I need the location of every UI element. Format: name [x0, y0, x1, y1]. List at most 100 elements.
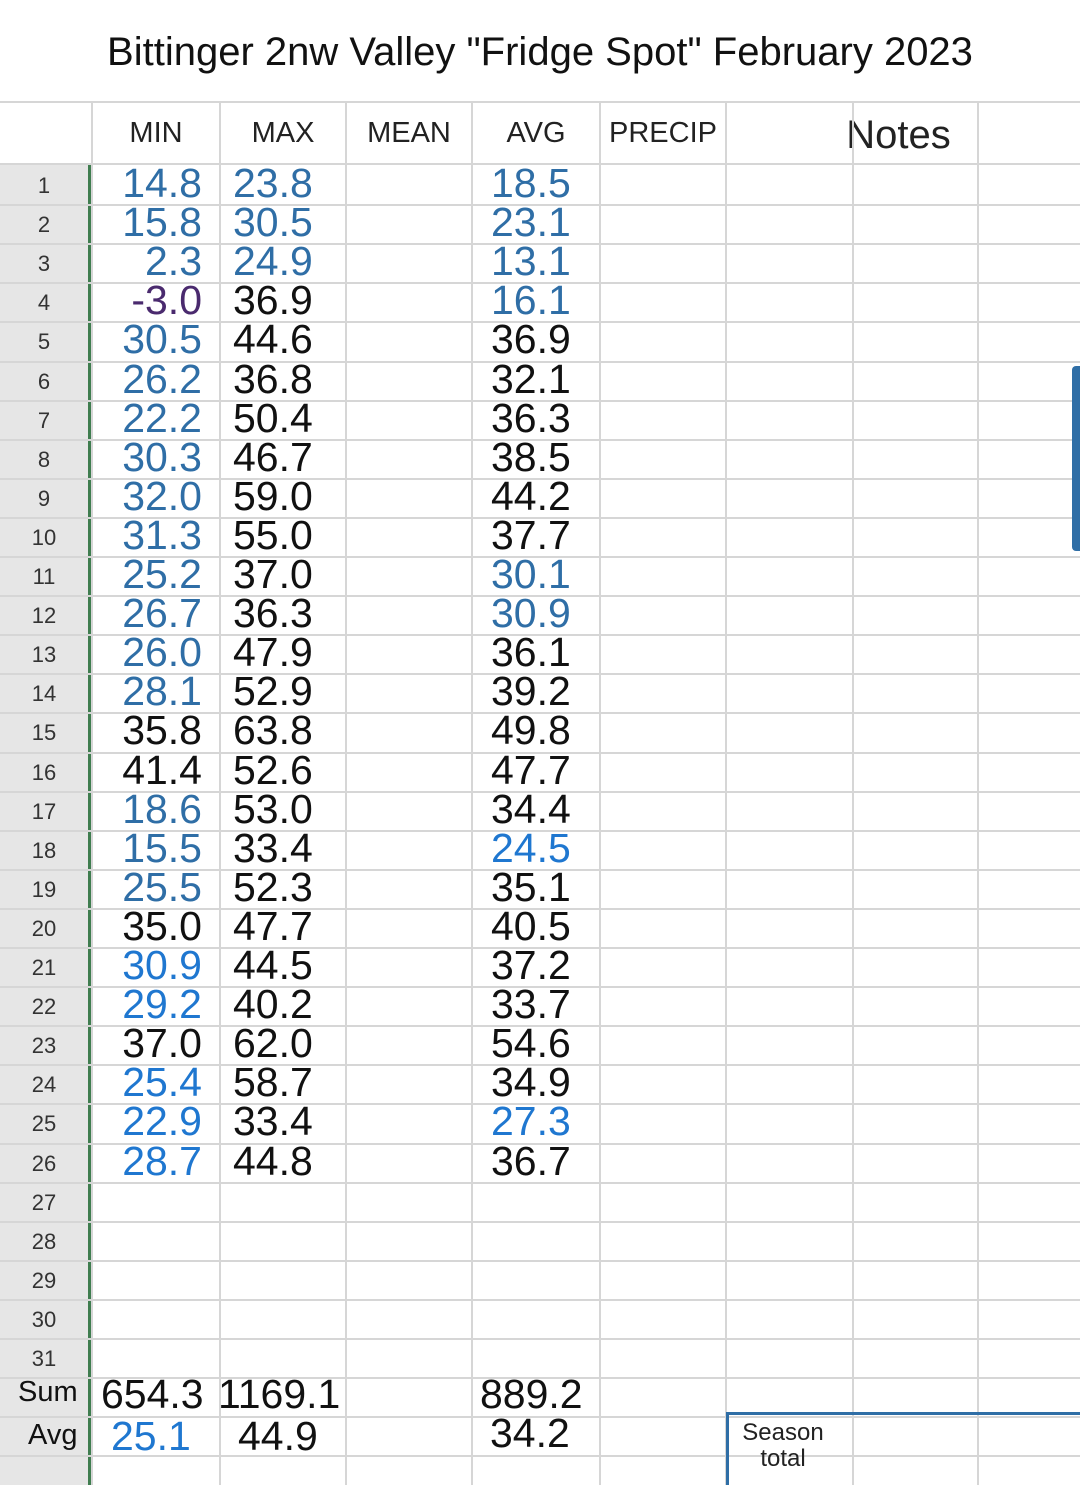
cell-min[interactable]: 26.2	[108, 359, 202, 400]
header-max[interactable]: MAX	[221, 117, 345, 150]
cell-avg[interactable]: 24.5	[491, 828, 571, 869]
header-min[interactable]: MIN	[93, 117, 219, 150]
cell-avg[interactable]: 13.1	[491, 241, 571, 282]
scroll-handle[interactable]	[1072, 366, 1080, 551]
row-number[interactable]: 5	[0, 329, 88, 355]
cell-min[interactable]: 2.3	[108, 241, 202, 282]
cell-avg[interactable]: 35.1	[491, 867, 571, 908]
row-number[interactable]: 16	[0, 760, 88, 786]
cell-max[interactable]: 37.0	[233, 554, 313, 595]
row-number[interactable]: 7	[0, 408, 88, 434]
cell-max[interactable]: 23.8	[233, 163, 313, 204]
cell-max[interactable]: 52.6	[233, 750, 313, 791]
cell-min[interactable]: 30.3	[108, 437, 202, 478]
cell-min[interactable]: 30.5	[108, 319, 202, 360]
cell-max[interactable]: 30.5	[233, 202, 313, 243]
cell-avg[interactable]: 27.3	[491, 1101, 571, 1142]
cell-avg[interactable]: 37.2	[491, 945, 571, 986]
cell-min[interactable]: 25.4	[108, 1062, 202, 1103]
row-number[interactable]: 9	[0, 486, 88, 512]
header-notes[interactable]: Notes	[727, 113, 1070, 158]
header-precip[interactable]: PRECIP	[601, 117, 725, 150]
cell-min[interactable]: 32.0	[108, 476, 202, 517]
cell-avg[interactable]: 18.5	[491, 163, 571, 204]
row-number[interactable]: 14	[0, 681, 88, 707]
cell-min[interactable]: 22.2	[108, 398, 202, 439]
cell-avg[interactable]: 39.2	[491, 671, 571, 712]
cell-avg[interactable]: 34.4	[491, 789, 571, 830]
row-number[interactable]: 19	[0, 877, 88, 903]
row-number[interactable]: 1	[0, 173, 88, 199]
cell-min[interactable]: 26.0	[108, 632, 202, 673]
cell-max[interactable]: 33.4	[233, 828, 313, 869]
cell-avg[interactable]: 40.5	[491, 906, 571, 947]
cell-min[interactable]: 28.7	[108, 1141, 202, 1182]
cell-min[interactable]: 28.1	[108, 671, 202, 712]
row-number[interactable]: 15	[0, 720, 88, 746]
row-number[interactable]: 25	[0, 1111, 88, 1137]
cell-avg[interactable]: 23.1	[491, 202, 571, 243]
cell-max[interactable]: 36.9	[233, 280, 313, 321]
cell-avg[interactable]: 36.9	[491, 319, 571, 360]
cell-min[interactable]: 35.0	[108, 906, 202, 947]
cell-max[interactable]: 55.0	[233, 515, 313, 556]
cell-max[interactable]: 40.2	[233, 984, 313, 1025]
cell-avg[interactable]: 16.1	[491, 280, 571, 321]
cell-min[interactable]: 14.8	[108, 163, 202, 204]
avg-min[interactable]: 25.1	[111, 1416, 191, 1457]
cell-max[interactable]: 62.0	[233, 1023, 313, 1064]
cell-avg[interactable]: 37.7	[491, 515, 571, 556]
cell-min[interactable]: 25.2	[108, 554, 202, 595]
cell-min[interactable]: 18.6	[108, 789, 202, 830]
cell-max[interactable]: 52.3	[233, 867, 313, 908]
cell-avg[interactable]: 36.3	[491, 398, 571, 439]
cell-min[interactable]: 22.9	[108, 1101, 202, 1142]
cell-max[interactable]: 63.8	[233, 710, 313, 751]
cell-avg[interactable]: 34.9	[491, 1062, 571, 1103]
header-avg[interactable]: AVG	[473, 117, 599, 150]
cell-avg[interactable]: 44.2	[491, 476, 571, 517]
cell-max[interactable]: 44.6	[233, 319, 313, 360]
cell-max[interactable]: 46.7	[233, 437, 313, 478]
cell-max[interactable]: 24.9	[233, 241, 313, 282]
cell-max[interactable]: 59.0	[233, 476, 313, 517]
cell-min[interactable]: 15.5	[108, 828, 202, 869]
cell-avg[interactable]: 36.7	[491, 1141, 571, 1182]
row-number[interactable]: 6	[0, 369, 88, 395]
cell-min[interactable]: 37.0	[108, 1023, 202, 1064]
cell-max[interactable]: 44.8	[233, 1141, 313, 1182]
cell-min[interactable]: -3.0	[108, 280, 202, 321]
cell-avg[interactable]: 30.9	[491, 593, 571, 634]
row-number[interactable]: 29	[0, 1268, 88, 1294]
row-number[interactable]: 22	[0, 994, 88, 1020]
cell-avg[interactable]: 38.5	[491, 437, 571, 478]
cell-max[interactable]: 36.3	[233, 593, 313, 634]
cell-min[interactable]: 30.9	[108, 945, 202, 986]
avg-max[interactable]: 44.9	[238, 1416, 318, 1457]
row-number[interactable]: 21	[0, 955, 88, 981]
cell-avg[interactable]: 36.1	[491, 632, 571, 673]
row-number[interactable]: 24	[0, 1072, 88, 1098]
row-number[interactable]: 30	[0, 1307, 88, 1333]
row-number[interactable]: 4	[0, 290, 88, 316]
row-number[interactable]: 31	[0, 1346, 88, 1372]
cell-max[interactable]: 33.4	[233, 1101, 313, 1142]
cell-max[interactable]: 47.7	[233, 906, 313, 947]
cell-min[interactable]: 35.8	[108, 710, 202, 751]
row-number[interactable]: 10	[0, 525, 88, 551]
cell-max[interactable]: 58.7	[233, 1062, 313, 1103]
sum-min[interactable]: 654.3	[101, 1374, 204, 1415]
cell-max[interactable]: 36.8	[233, 359, 313, 400]
header-mean[interactable]: MEAN	[347, 117, 471, 150]
cell-min[interactable]: 41.4	[108, 750, 202, 791]
row-number[interactable]: 17	[0, 799, 88, 825]
row-number[interactable]: 3	[0, 251, 88, 277]
cell-min[interactable]: 31.3	[108, 515, 202, 556]
row-number[interactable]: 27	[0, 1190, 88, 1216]
row-number[interactable]: 11	[0, 564, 88, 590]
avg-avg[interactable]: 34.2	[490, 1413, 570, 1454]
sum-avg[interactable]: 889.2	[480, 1374, 583, 1415]
cell-max[interactable]: 44.5	[233, 945, 313, 986]
cell-avg[interactable]: 49.8	[491, 710, 571, 751]
cell-max[interactable]: 47.9	[233, 632, 313, 673]
